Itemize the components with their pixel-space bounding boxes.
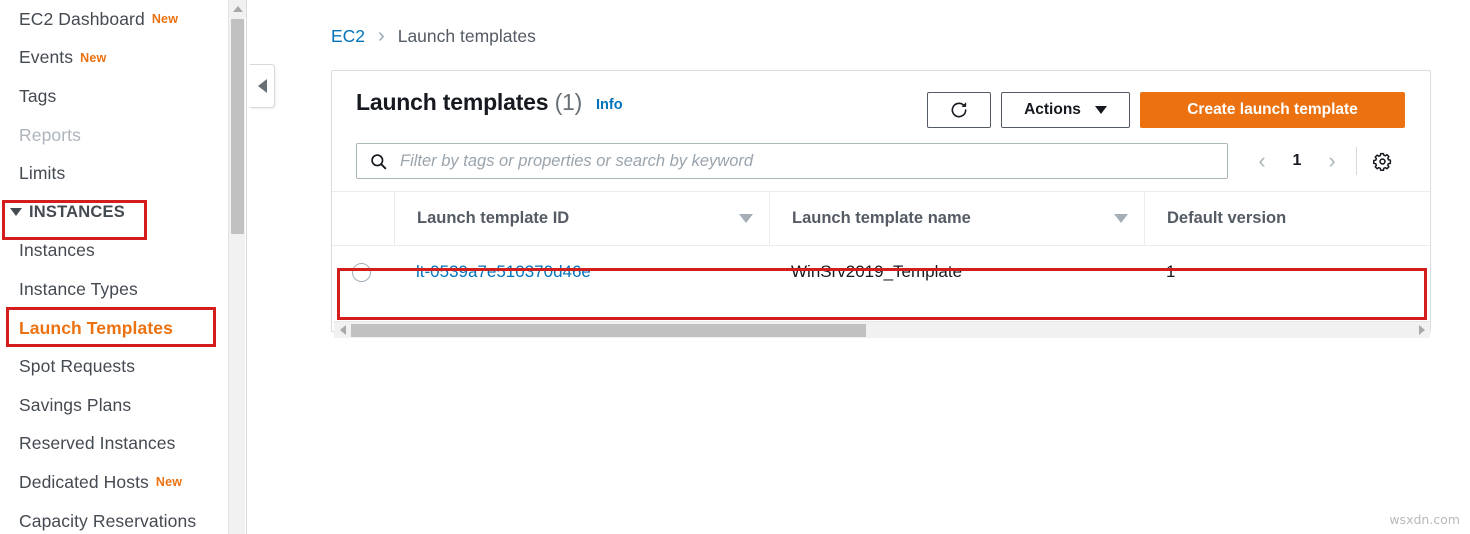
new-badge: New	[151, 12, 179, 27]
launch-templates-table: Launch template ID Launch template name …	[332, 191, 1430, 298]
sidebar-item-label: Reports	[19, 124, 81, 145]
sidebar-group-label: INSTANCES	[29, 202, 125, 221]
breadcrumb-link-ec2[interactable]: EC2	[331, 26, 365, 47]
table-header-row: Launch template ID Launch template name …	[332, 191, 1430, 246]
chevron-down-icon	[10, 208, 22, 217]
column-header-label: Launch template name	[792, 209, 971, 227]
actions-button[interactable]: Actions	[1001, 92, 1130, 128]
breadcrumb: EC2 › Launch templates	[331, 26, 536, 47]
column-header-launch-template-id[interactable]: Launch template ID	[394, 191, 769, 246]
pagination: ‹ 1 ›	[1244, 143, 1401, 179]
sidebar-item-label: Events	[19, 47, 74, 68]
sidebar-item-reports[interactable]: Reports	[0, 116, 223, 155]
search-placeholder: Filter by tags or properties or search b…	[400, 151, 754, 170]
watermark: wsxdn.com	[1389, 512, 1460, 527]
sidebar-item-label: Dedicated Hosts	[19, 471, 149, 492]
sidebar-item-label: Capacity Reservations	[19, 510, 197, 531]
sidebar-item-launch-templates[interactable]: Launch Templates	[0, 309, 223, 348]
sidebar-item-tags[interactable]: Tags	[0, 77, 223, 116]
table-horizontal-scrollbar[interactable]	[334, 321, 1430, 338]
sidebar-item-reserved-instances[interactable]: Reserved Instances	[0, 425, 223, 464]
ec2-launch-templates-page: EC2 Dashboard New Events New Tags Report…	[0, 0, 1470, 534]
row-select-cell[interactable]	[332, 246, 394, 298]
sidebar-item-label: Spot Requests	[19, 356, 136, 377]
launch-templates-panel: Launch templates (1) Info Actions Create…	[331, 70, 1431, 338]
page-title-text: Launch templates	[356, 89, 549, 115]
actions-label: Actions	[1024, 101, 1081, 118]
sort-descending-icon[interactable]	[1114, 214, 1128, 223]
sidebar-item-dedicated-hosts[interactable]: Dedicated Hosts New	[0, 463, 223, 502]
scrollbar-thumb[interactable]	[351, 323, 866, 337]
cell-launch-template-id[interactable]: lt-0539a7e510370d46e	[394, 246, 769, 298]
sidebar-item-label: EC2 Dashboard	[19, 8, 145, 29]
breadcrumb-current: Launch templates	[397, 26, 536, 46]
column-header-default-version[interactable]: Default version	[1144, 191, 1424, 246]
sidebar-item-events[interactable]: Events New	[0, 39, 223, 78]
scroll-left-arrow-icon[interactable]	[334, 322, 351, 339]
new-badge: New	[155, 475, 183, 490]
current-page-number: 1	[1292, 152, 1302, 169]
panel-header: Launch templates (1) Info Actions Create…	[332, 71, 1430, 137]
chevron-down-icon	[1094, 106, 1107, 114]
sidebar-scrollbar[interactable]	[228, 0, 246, 534]
column-header-launch-template-name[interactable]: Launch template name	[769, 191, 1144, 246]
refresh-icon	[951, 102, 967, 118]
chevron-right-icon: ›	[378, 24, 385, 47]
sidebar-item-limits[interactable]: Limits	[0, 154, 223, 193]
main-content: EC2 › Launch templates Launch templates …	[279, 0, 1470, 534]
column-header-label: Launch template ID	[417, 209, 570, 227]
navigation-sidebar: EC2 Dashboard New Events New Tags Report…	[0, 0, 223, 534]
sidebar-item-instance-types[interactable]: Instance Types	[0, 270, 223, 309]
info-link[interactable]: Info	[596, 97, 623, 113]
previous-page-button[interactable]: ‹	[1244, 143, 1280, 179]
scrollbar-thumb[interactable]	[231, 19, 244, 234]
search-icon	[371, 153, 387, 169]
sidebar-item-ec2-dashboard[interactable]: EC2 Dashboard New	[0, 0, 223, 39]
search-input[interactable]: Filter by tags or properties or search b…	[356, 143, 1228, 179]
select-column-header	[332, 191, 394, 246]
create-launch-template-button[interactable]: Create launch template	[1140, 92, 1405, 128]
scrollbar-track[interactable]	[351, 322, 1413, 339]
chevron-left-icon	[257, 79, 267, 93]
new-badge: New	[80, 50, 107, 65]
sidebar-item-label: Tags	[19, 85, 57, 106]
sidebar-item-label: Instance Types	[19, 278, 138, 299]
cell-launch-template-name: WinSrv2019_Template	[791, 262, 963, 281]
table-row[interactable]: lt-0539a7e510370d46e WinSrv2019_Template…	[332, 246, 1430, 298]
sidebar-item-savings-plans[interactable]: Savings Plans	[0, 386, 223, 425]
sidebar-item-label: Limits	[19, 163, 66, 184]
scroll-right-arrow-icon[interactable]	[1413, 322, 1430, 339]
sidebar-item-label: Instances	[19, 240, 95, 261]
sidebar-item-spot-requests[interactable]: Spot Requests	[0, 347, 223, 386]
sidebar-item-label: Reserved Instances	[19, 433, 176, 454]
gear-icon	[1372, 152, 1391, 171]
sort-descending-icon[interactable]	[739, 214, 753, 223]
cell-default-version: 1	[1166, 262, 1176, 281]
item-count: (1)	[554, 89, 583, 115]
row-radio-button[interactable]	[352, 262, 371, 282]
sidebar-item-capacity-reservations[interactable]: Capacity Reservations	[0, 502, 223, 534]
pagination-divider	[1356, 147, 1357, 175]
sidebar-item-label: Savings Plans	[19, 394, 132, 415]
column-header-label: Default version	[1167, 209, 1287, 227]
create-launch-template-label: Create launch template	[1187, 101, 1358, 118]
sidebar-item-instances[interactable]: Instances	[0, 232, 223, 271]
refresh-button[interactable]	[927, 92, 991, 128]
sidebar-group-instances[interactable]: INSTANCES	[0, 193, 223, 232]
page-title: Launch templates (1)	[356, 89, 582, 116]
scroll-up-arrow-icon[interactable]	[229, 0, 246, 17]
next-page-button[interactable]: ›	[1314, 143, 1350, 179]
sidebar-collapse-button[interactable]	[250, 64, 275, 108]
table-settings-button[interactable]	[1363, 143, 1401, 179]
sidebar-item-label: Launch Templates	[19, 317, 173, 338]
